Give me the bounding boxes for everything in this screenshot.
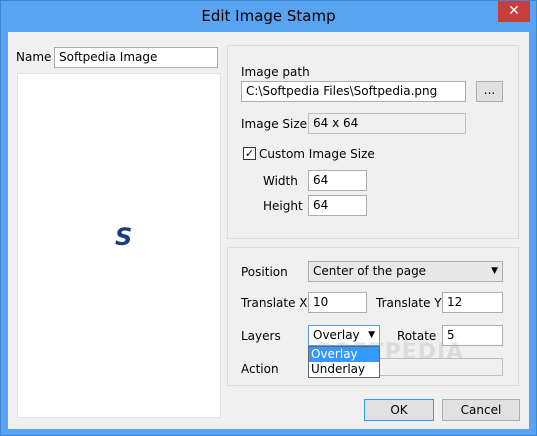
position-select[interactable]: Center of the page ▼ — [308, 261, 503, 282]
image-preview: S — [17, 73, 221, 418]
name-label: Name — [16, 50, 52, 64]
layers-option-underlay[interactable]: Underlay — [309, 362, 379, 377]
close-button[interactable]: ✕ — [498, 1, 530, 22]
image-size-field: 64 x 64 — [308, 113, 466, 134]
image-size-label: Image Size — [241, 117, 308, 131]
browse-button[interactable]: ... — [476, 81, 503, 102]
translate-y-field[interactable]: 12 — [442, 292, 503, 313]
ok-button[interactable]: OK — [364, 399, 434, 421]
image-group: Image path C:\Softpedia Files\Softpedia.… — [227, 45, 519, 239]
custom-size-label[interactable]: Custom Image Size — [259, 147, 375, 161]
dialog-window: Edit Image Stamp ✕ Name Softpedia Image … — [0, 0, 537, 436]
name-field[interactable]: Softpedia Image — [54, 47, 218, 68]
translate-y-label: Translate Y — [376, 296, 442, 310]
custom-size-checkbox[interactable]: ✓ — [243, 147, 256, 160]
translate-x-field[interactable]: 10 — [308, 292, 367, 313]
position-select-value: Center of the page — [313, 264, 427, 278]
width-field[interactable]: 64 — [308, 170, 367, 191]
image-path-label: Image path — [241, 65, 310, 79]
chevron-down-icon: ▼ — [491, 266, 498, 276]
layers-option-overlay[interactable]: Overlay — [309, 347, 379, 362]
cancel-button[interactable]: Cancel — [442, 399, 520, 421]
layers-label: Layers — [241, 329, 281, 343]
layout-group: Position Center of the page ▼ Translate … — [227, 247, 519, 386]
action-label: Action — [241, 362, 279, 376]
image-path-field[interactable]: C:\Softpedia Files\Softpedia.png — [241, 81, 466, 102]
dialog-body: Name Softpedia Image S Image path C:\Sof… — [8, 32, 529, 429]
softpedia-logo-icon: S — [115, 223, 133, 251]
title-bar[interactable]: Edit Image Stamp ✕ — [1, 1, 536, 32]
position-label: Position — [241, 265, 288, 279]
height-field[interactable]: 64 — [308, 195, 367, 216]
height-label: Height — [263, 199, 303, 213]
layers-dropdown-list: Overlay Underlay — [308, 346, 380, 378]
translate-x-label: Translate X — [241, 296, 308, 310]
window-title: Edit Image Stamp — [201, 7, 336, 25]
width-label: Width — [263, 174, 298, 188]
